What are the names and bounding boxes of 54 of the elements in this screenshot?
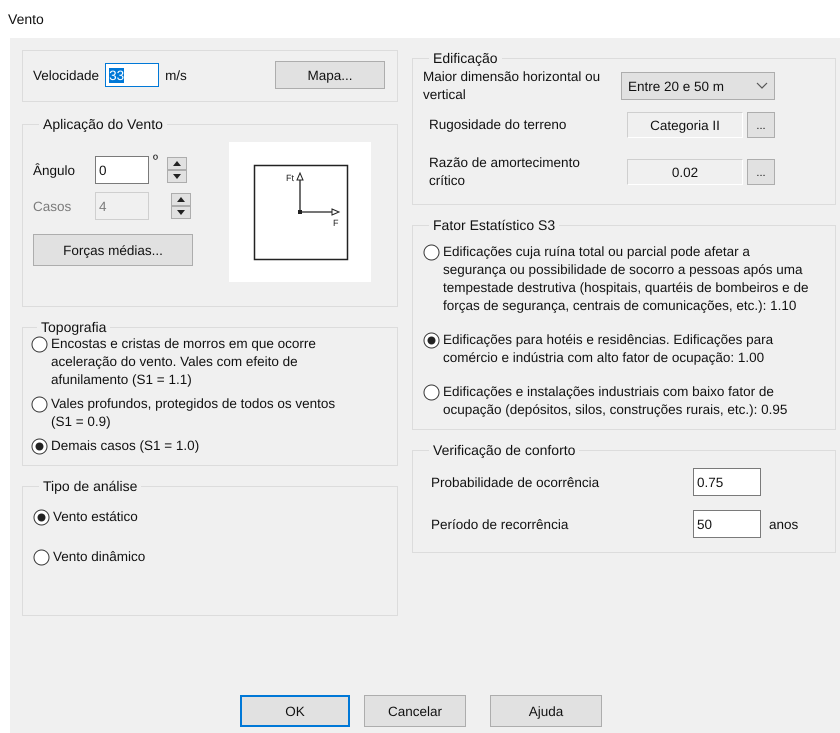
unit-label: º (153, 152, 159, 167)
field-label: Casos (33, 198, 72, 214)
group-title: Topografia (40, 319, 108, 335)
browse-button[interactable]: ... (747, 159, 775, 185)
option-label: Vento dinâmico (53, 548, 146, 566)
option-label: Vales profundos, protegidos de todos os ventos (S1 = 0.9) (51, 395, 336, 431)
radio-button[interactable] (33, 509, 50, 526)
chevron-down-icon (756, 82, 768, 90)
radio-button[interactable] (31, 336, 48, 353)
option-label: Encostas e cristas de morros em que ocorre aceleração do vento. Vales com efeito de afunilamento (S1 = 1.1) (51, 335, 317, 389)
option-label: Demais casos (S1 = 1.0) (51, 437, 200, 455)
speed-field[interactable]: 33 (105, 63, 160, 87)
origin-mark (298, 210, 302, 214)
dialog-button[interactable]: OK (240, 695, 350, 727)
field-label: Rugosidade do terreno (428, 116, 568, 134)
group-title: Aplicação do Vento (42, 116, 164, 132)
unit-label: anos (769, 516, 798, 532)
force-label: Ft (286, 173, 294, 183)
field-label: Probabilidade de ocorrência (430, 474, 600, 490)
spinner-control[interactable] (171, 193, 191, 219)
group-title: Fator Estatístico S3 (432, 217, 556, 233)
value-field: Categoria II (627, 112, 743, 138)
group-title: Edificação (432, 50, 499, 66)
dimension-dropdown[interactable]: Entre 20 e 50 m (621, 72, 775, 100)
radio-button[interactable] (423, 384, 440, 401)
dialog-button[interactable]: Cancelar (364, 695, 466, 727)
field-label: Ângulo (33, 162, 76, 178)
field-label: Período de recorrência (430, 516, 570, 532)
option-label: Edificações e instalações industriais com baixo fator de ocupação (depósitos, silos, construções rurais, etc.): 0.95 (443, 383, 788, 419)
map-button[interactable]: Mapa... (275, 61, 385, 89)
browse-button[interactable]: ... (747, 112, 775, 138)
window-title: Vento (8, 11, 44, 27)
input-field[interactable]: 0.75 (693, 468, 761, 496)
mean-forces-button[interactable]: Forças médias... (33, 234, 193, 266)
field-label: Razão de amortecimento crítico (428, 154, 581, 190)
option-label: Edificações cuja ruína total ou parcial pode afetar a segurança ou possibilidade de socorro a pessoas após uma tempestade destrutiva (hospitais, quartéis de bombeiros e de forças de segurança, centrais de comunicações, etc.): 1.10 (443, 243, 810, 315)
group-title: Verificação de conforto (432, 442, 576, 458)
angle-field[interactable]: 0 (95, 156, 149, 184)
field-label: Velocidade (33, 68, 100, 82)
radio-button[interactable] (31, 438, 48, 455)
option-label: Edificações para hotéis e residências. Edificações para comércio e indústria com alto fator de ocupação: 1.00 (443, 331, 774, 367)
radio-button[interactable] (31, 396, 48, 413)
radio-button[interactable] (33, 549, 50, 566)
group-title: Tipo de análise (42, 478, 138, 494)
radio-button[interactable] (423, 332, 440, 349)
unit-label: m/s (165, 68, 187, 82)
option-label: Vento estático (53, 508, 139, 526)
spinner-control[interactable] (167, 157, 187, 183)
force-label: F (333, 218, 338, 228)
field-label: Maior dimensão horizontal ou vertical (423, 68, 602, 104)
radio-button[interactable] (423, 244, 440, 261)
dialog-button[interactable]: Ajuda (490, 695, 602, 727)
value-field: 0.02 (627, 159, 743, 185)
input-field[interactable]: 50 (693, 510, 761, 538)
